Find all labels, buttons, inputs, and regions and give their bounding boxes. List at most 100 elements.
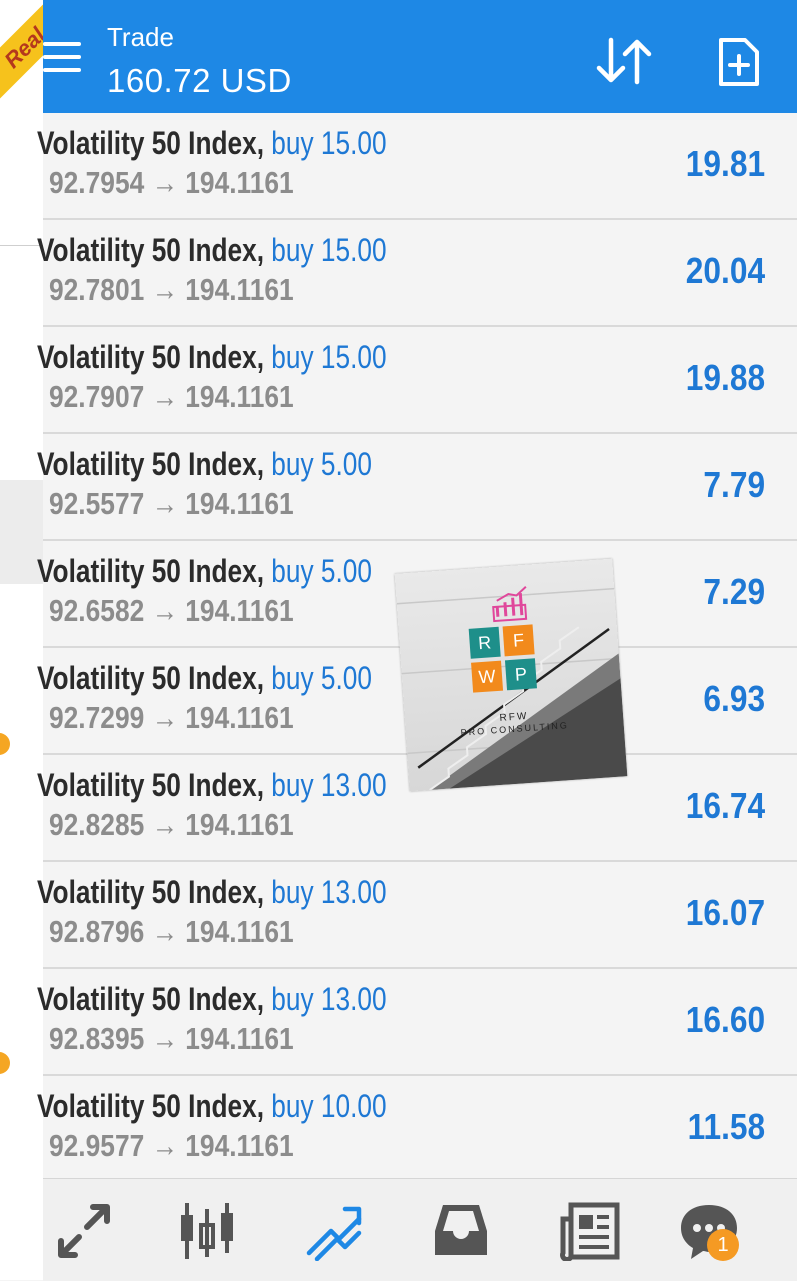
menu-icon[interactable] — [43, 42, 83, 76]
position-title: Volatility 50 Index, buy 10.00 — [37, 1088, 387, 1125]
open-price: 92.8796 — [49, 914, 145, 949]
chat-badge: 1 — [707, 1229, 739, 1261]
position-symbol: Volatility 50 Index, — [37, 446, 264, 482]
position-row[interactable]: Volatility 50 Index, buy 5.00 92.5577 → 1… — [37, 434, 797, 541]
position-title: Volatility 50 Index, buy 15.00 — [37, 232, 387, 269]
arrow-icon: → — [151, 593, 178, 628]
position-title: Volatility 50 Index, buy 5.00 — [37, 446, 372, 483]
open-price: 92.8285 — [49, 807, 145, 842]
position-profit: 19.88 — [685, 357, 765, 398]
open-price: 92.5577 — [49, 486, 145, 521]
position-symbol: Volatility 50 Index, — [37, 125, 264, 161]
current-price: 194.1161 — [185, 486, 294, 521]
current-price: 194.1161 — [185, 700, 294, 735]
drawer-notification-dot — [0, 1052, 10, 1074]
logo-tile: W — [471, 660, 504, 693]
open-price: 92.7907 — [49, 379, 145, 414]
arrow-icon: → — [151, 1128, 178, 1163]
chart-icon[interactable] — [175, 1201, 239, 1261]
position-title: Volatility 50 Index, buy 15.00 — [37, 339, 387, 376]
open-price: 92.7801 — [49, 272, 145, 307]
trade-icon[interactable] — [301, 1201, 365, 1261]
position-symbol: Volatility 50 Index, — [37, 874, 264, 910]
position-prices: 92.7954 → 194.1161 — [49, 165, 294, 201]
drawer-notification-dot — [0, 733, 10, 755]
new-order-icon[interactable] — [717, 36, 761, 88]
position-profit: 6.93 — [703, 678, 765, 719]
position-prices: 92.7801 → 194.1161 — [49, 272, 294, 308]
arrow-icon: → — [151, 165, 178, 200]
position-direction: buy 5.00 — [271, 446, 372, 482]
arrow-icon: → — [151, 807, 178, 842]
position-title: Volatility 50 Index, buy 15.00 — [37, 125, 387, 162]
open-price: 92.7954 — [49, 165, 145, 200]
position-direction: buy 5.00 — [271, 660, 372, 696]
position-direction: buy 13.00 — [271, 874, 387, 910]
real-account-label: Real — [0, 0, 43, 107]
position-direction: buy 15.00 — [271, 232, 387, 268]
arrow-icon: → — [151, 914, 178, 949]
current-price: 194.1161 — [185, 914, 294, 949]
position-direction: buy 15.00 — [271, 125, 387, 161]
position-profit: 20.04 — [685, 250, 765, 291]
position-direction: buy 15.00 — [271, 339, 387, 375]
position-prices: 92.8796 → 194.1161 — [49, 914, 294, 950]
position-prices: 92.9577 → 194.1161 — [49, 1128, 294, 1164]
position-title: Volatility 50 Index, buy 5.00 — [37, 660, 372, 697]
position-row[interactable]: Volatility 50 Index, buy 13.00 92.8796 → … — [37, 862, 797, 969]
position-title: Volatility 50 Index, buy 13.00 — [37, 874, 387, 911]
open-price: 92.9577 — [49, 1128, 145, 1163]
position-prices: 92.7299 → 194.1161 — [49, 700, 294, 736]
current-price: 194.1161 — [185, 1128, 294, 1163]
open-price: 92.7299 — [49, 700, 145, 735]
sort-icon[interactable] — [595, 36, 655, 86]
position-symbol: Volatility 50 Index, — [37, 553, 264, 589]
position-row[interactable]: Volatility 50 Index, buy 15.00 92.7954 → … — [37, 113, 797, 220]
real-account-badge: Real — [0, 0, 43, 110]
position-profit: 7.79 — [703, 464, 765, 505]
position-profit: 7.29 — [703, 571, 765, 612]
arrow-icon: → — [151, 486, 178, 521]
position-prices: 92.7907 → 194.1161 — [49, 379, 294, 415]
position-symbol: Volatility 50 Index, — [37, 767, 264, 803]
position-direction: buy 13.00 — [271, 981, 387, 1017]
position-symbol: Volatility 50 Index, — [37, 660, 264, 696]
position-row[interactable]: Volatility 50 Index, buy 10.00 92.9577 → … — [37, 1076, 797, 1183]
inbox-icon[interactable] — [429, 1201, 493, 1261]
position-title: Volatility 50 Index, buy 13.00 — [37, 767, 387, 804]
current-price: 194.1161 — [185, 1021, 294, 1056]
position-symbol: Volatility 50 Index, — [37, 232, 264, 268]
position-profit: 16.07 — [685, 892, 765, 933]
position-title: Volatility 50 Index, buy 5.00 — [37, 553, 372, 590]
position-profit: 16.74 — [685, 785, 765, 826]
current-price: 194.1161 — [185, 593, 294, 628]
position-symbol: Volatility 50 Index, — [37, 981, 264, 1017]
position-direction: buy 5.00 — [271, 553, 372, 589]
open-price: 92.8395 — [49, 1021, 145, 1056]
arrow-icon: → — [151, 1021, 178, 1056]
account-balance: 160.72 USD — [107, 62, 292, 99]
quotes-icon[interactable] — [51, 1201, 115, 1261]
position-row[interactable]: Volatility 50 Index, buy 15.00 92.7801 → … — [37, 220, 797, 327]
arrow-icon: → — [151, 700, 178, 735]
arrow-icon: → — [151, 379, 178, 414]
watermark-logo: R F W P RFW PRO CONSULTING — [394, 558, 628, 792]
position-prices: 92.8395 → 194.1161 — [49, 1021, 294, 1057]
position-profit: 16.60 — [685, 999, 765, 1040]
position-prices: 92.5577 → 194.1161 — [49, 486, 294, 522]
page-title: Trade — [107, 22, 174, 52]
news-icon[interactable] — [559, 1201, 623, 1261]
position-symbol: Volatility 50 Index, — [37, 339, 264, 375]
current-price: 194.1161 — [185, 807, 294, 842]
position-row[interactable]: Volatility 50 Index, buy 15.00 92.7907 → … — [37, 327, 797, 434]
position-row[interactable]: Volatility 50 Index, buy 13.00 92.8395 → … — [37, 969, 797, 1076]
position-prices: 92.6582 → 194.1161 — [49, 593, 294, 629]
position-prices: 92.8285 → 194.1161 — [49, 807, 294, 843]
bottom-navigation: 1 — [43, 1178, 797, 1281]
position-title: Volatility 50 Index, buy 13.00 — [37, 981, 387, 1018]
logo-tile: F — [502, 624, 535, 657]
logo-tile: P — [504, 658, 537, 691]
current-price: 194.1161 — [185, 272, 294, 307]
position-direction: buy 13.00 — [271, 767, 387, 803]
app-header: Trade 160.72 USD — [43, 0, 797, 113]
